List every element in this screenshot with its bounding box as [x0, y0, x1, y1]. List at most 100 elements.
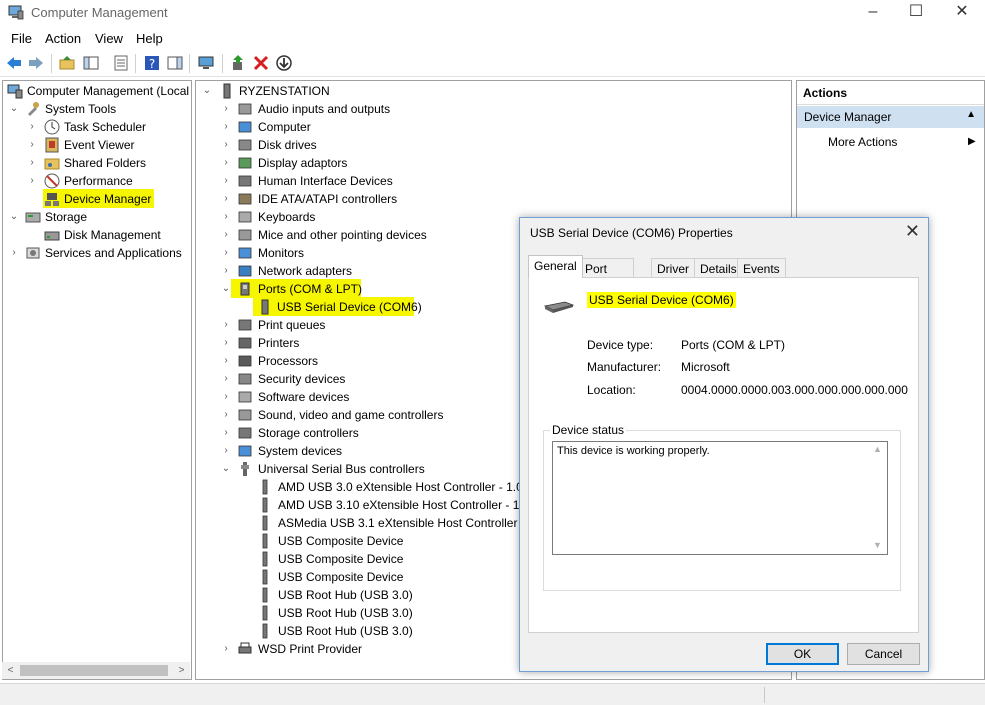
device-item-label: Network adapters: [258, 264, 353, 278]
computer-management-icon: [8, 5, 24, 20]
print-queue-icon: [238, 319, 252, 331]
chevron-right-icon[interactable]: ›: [221, 370, 231, 388]
device-item-label: USB Root Hub (USB 3.0): [278, 606, 413, 620]
device-name: USB Serial Device (COM6): [587, 292, 736, 308]
menu-help[interactable]: Help: [136, 31, 163, 46]
toolbar: ?: [0, 50, 985, 77]
chevron-right-icon[interactable]: ›: [27, 136, 37, 154]
actions-section-device-manager[interactable]: Device Manager ▲: [797, 106, 984, 128]
device-item-label: Sound, video and game controllers: [258, 408, 444, 422]
tree-item-label: Storage: [45, 210, 88, 224]
usb-icon: [241, 462, 249, 476]
usb-plug-icon: [262, 497, 268, 513]
scroll-down-icon[interactable]: ▼: [873, 540, 882, 550]
scroll-left-icon[interactable]: <: [2, 662, 19, 679]
collapse-up-icon[interactable]: ▲: [966, 109, 976, 120]
chevron-right-icon[interactable]: ›: [221, 172, 231, 190]
forward-arrow-icon[interactable]: [27, 54, 45, 72]
menu-file[interactable]: File: [11, 31, 32, 46]
actions-header: Actions: [797, 81, 984, 105]
chevron-right-icon[interactable]: ›: [27, 172, 37, 190]
chevron-down-icon[interactable]: ⌄: [9, 100, 19, 118]
submenu-arrow-icon[interactable]: ▶: [968, 136, 976, 147]
horizontal-scrollbar[interactable]: < >: [2, 662, 190, 679]
chevron-down-icon[interactable]: ⌄: [9, 208, 19, 226]
tree-item-label: Disk Management: [64, 228, 161, 242]
device-item-label: USB Composite Device: [278, 534, 404, 548]
device-status-textbox[interactable]: This device is working properly. ▲ ▼: [552, 441, 888, 555]
tab-port-settings[interactable]: Port Settings: [579, 258, 635, 290]
disk-icon: [44, 231, 60, 241]
manufacturer-label: Manufacturer:: [587, 360, 662, 374]
device-type-value: Ports (COM & LPT): [681, 338, 786, 352]
properties-icon[interactable]: [112, 54, 130, 72]
device-item-label: System devices: [258, 444, 343, 458]
chevron-right-icon[interactable]: ›: [221, 640, 231, 658]
chevron-right-icon[interactable]: ›: [221, 316, 231, 334]
speaker-icon: [238, 103, 252, 115]
scroll-up-icon[interactable]: ▲: [873, 444, 882, 454]
chevron-right-icon[interactable]: ›: [221, 262, 231, 280]
up-folder-icon[interactable]: [58, 54, 76, 72]
storage-controller-icon: [238, 427, 252, 439]
chevron-right-icon[interactable]: ›: [221, 352, 231, 370]
device-item-label: Print queues: [258, 318, 326, 332]
chevron-down-icon[interactable]: ⌄: [202, 82, 212, 100]
chevron-right-icon[interactable]: ›: [221, 208, 231, 226]
scrollbar-thumb[interactable]: [20, 665, 168, 676]
dialog-close-button[interactable]: ✕: [905, 221, 920, 242]
scroll-right-icon[interactable]: >: [173, 662, 190, 679]
device-item-label: Printers: [258, 336, 300, 350]
device-item-label: Mice and other pointing devices: [258, 228, 427, 242]
processor-icon: [238, 355, 252, 367]
tab-events[interactable]: Events: [737, 258, 786, 278]
chevron-right-icon[interactable]: ›: [221, 118, 231, 136]
update-driver-icon[interactable]: [229, 54, 247, 72]
tab-general[interactable]: General: [528, 255, 583, 278]
monitor-icon: [238, 247, 252, 259]
usb-plug-icon: [262, 587, 268, 603]
minimize-button[interactable]: –: [850, 0, 896, 26]
chevron-right-icon[interactable]: ›: [221, 334, 231, 352]
help-icon[interactable]: ?: [143, 54, 161, 72]
chevron-right-icon[interactable]: ›: [221, 406, 231, 424]
network-adapter-icon: [238, 265, 252, 277]
device-item-label: USB Composite Device: [278, 570, 404, 584]
menu-action[interactable]: Action: [45, 31, 81, 46]
menu-bar: File Action View Help: [0, 29, 985, 49]
chevron-right-icon[interactable]: ›: [221, 442, 231, 460]
chevron-right-icon[interactable]: ›: [27, 118, 37, 136]
chevron-right-icon[interactable]: ›: [221, 424, 231, 442]
chevron-right-icon[interactable]: ›: [9, 244, 19, 262]
monitor-icon[interactable]: [197, 54, 215, 72]
back-arrow-icon[interactable]: [5, 54, 23, 72]
uninstall-device-icon[interactable]: [252, 54, 270, 72]
menu-view[interactable]: View: [95, 31, 123, 46]
maximize-button[interactable]: ☐: [893, 0, 939, 26]
title-bar: Computer Management – ☐ ✕: [0, 0, 985, 26]
close-button[interactable]: ✕: [939, 0, 985, 26]
chevron-right-icon[interactable]: ›: [221, 244, 231, 262]
chevron-down-icon[interactable]: ⌄: [221, 460, 231, 478]
chevron-right-icon[interactable]: ›: [221, 154, 231, 172]
download-icon[interactable]: [275, 54, 293, 72]
chevron-right-icon[interactable]: ›: [27, 154, 37, 172]
chevron-right-icon[interactable]: ›: [221, 190, 231, 208]
chevron-right-icon[interactable]: ›: [221, 100, 231, 118]
status-scrollbar[interactable]: ▲ ▼: [870, 442, 887, 554]
chevron-right-icon[interactable]: ›: [221, 388, 231, 406]
toolbar-separator: [51, 54, 52, 73]
chevron-right-icon[interactable]: ›: [221, 136, 231, 154]
more-actions-item[interactable]: More Actions: [828, 135, 897, 149]
action-pane-icon[interactable]: [166, 54, 184, 72]
chevron-down-icon[interactable]: ⌄: [221, 280, 231, 298]
chevron-right-icon[interactable]: ›: [221, 226, 231, 244]
toolbar-separator: [222, 54, 223, 73]
event-viewer-icon: [45, 137, 59, 153]
status-bar: [0, 683, 985, 705]
ok-button[interactable]: OK: [766, 643, 839, 665]
tab-driver[interactable]: Driver: [651, 258, 695, 278]
show-hide-tree-icon[interactable]: [82, 54, 100, 72]
tab-details[interactable]: Details: [694, 258, 743, 278]
cancel-button[interactable]: Cancel: [847, 643, 920, 665]
